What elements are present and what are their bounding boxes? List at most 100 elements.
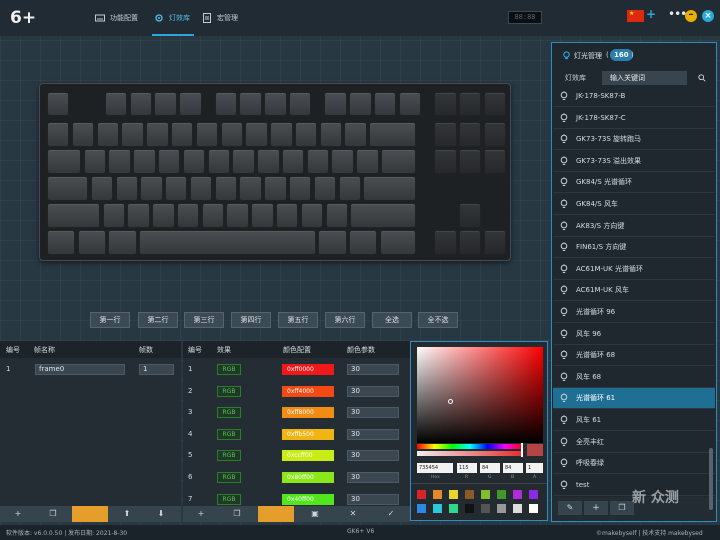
search-input[interactable]: 输入关键词 (602, 71, 687, 85)
keyboard-key[interactable] (226, 203, 249, 228)
table-row[interactable]: 5 RGB 0xccff00 30 (183, 448, 410, 466)
close-button[interactable]: × (702, 10, 714, 22)
list-item[interactable]: 光谱循环 68 (553, 345, 715, 367)
keyboard-key[interactable] (90, 176, 114, 201)
keyboard-key[interactable] (158, 149, 181, 174)
color-swatch[interactable] (433, 490, 442, 499)
color-param-field[interactable]: 30 (347, 428, 399, 440)
keyboard-key[interactable] (483, 229, 507, 255)
color-param-field[interactable]: 30 (347, 493, 399, 505)
color-swatch[interactable] (497, 504, 506, 513)
row-select-button[interactable]: 第四行 (231, 312, 271, 328)
row-select-button[interactable]: 全不选 (418, 312, 458, 328)
effect-type-badge[interactable]: RGB (217, 493, 241, 505)
keyboard-key[interactable] (288, 91, 312, 117)
table-row[interactable]: 1 frame0 1 (0, 362, 181, 376)
list-item[interactable]: GK73-73S 溢出效果 (553, 151, 715, 172)
color-swatch[interactable] (449, 490, 458, 499)
keyboard-key[interactable] (83, 149, 107, 174)
keyboard-key[interactable] (214, 176, 238, 201)
keyboard-key[interactable] (96, 122, 120, 148)
keyboard-key[interactable] (47, 203, 101, 228)
frame-count-field[interactable]: 1 (139, 364, 174, 375)
keyboard-key[interactable] (300, 203, 324, 228)
keyboard-key[interactable] (127, 203, 150, 228)
keyboard-key[interactable] (47, 176, 89, 201)
keyboard-key[interactable] (458, 229, 482, 255)
keyboard-key[interactable] (239, 91, 262, 117)
effect-type-badge[interactable]: RGB (217, 407, 241, 419)
list-item[interactable]: AC61M-UK 风车 (553, 280, 715, 302)
effect-type-badge[interactable]: RGB (217, 385, 241, 397)
row-select-button[interactable]: 第三行 (184, 312, 224, 328)
picker-cursor[interactable] (448, 399, 453, 404)
keyboard-key[interactable] (381, 149, 417, 174)
keyboard-key[interactable] (201, 203, 225, 228)
add-effect-icon[interactable]: + (584, 501, 608, 515)
color-param-field[interactable]: 30 (347, 364, 399, 375)
keyboard-key[interactable] (232, 149, 255, 174)
keyboard-key[interactable] (318, 229, 347, 255)
more-icon[interactable]: ••• (668, 7, 687, 21)
keyboard-key[interactable] (344, 122, 367, 148)
keyboard-key[interactable] (251, 203, 274, 228)
keyboard-key[interactable] (319, 122, 343, 148)
alpha-input[interactable]: 1 (526, 463, 543, 473)
keyboard-key[interactable] (264, 176, 287, 201)
keyboard-key[interactable] (349, 91, 372, 117)
color-swatch[interactable] (481, 490, 490, 499)
list-item[interactable]: GK84/S 风车 (553, 194, 715, 215)
color-swatch[interactable] (529, 490, 538, 499)
keyboard-key[interactable] (434, 229, 457, 255)
color-config-swatch[interactable]: 0xff8000 (282, 407, 334, 419)
keyboard-key[interactable] (115, 176, 138, 201)
keyboard-key[interactable] (179, 91, 202, 117)
hex-input[interactable]: 735454 (417, 463, 453, 473)
color-config-swatch[interactable]: 0xffb500 (282, 428, 334, 440)
keyboard-key[interactable] (189, 176, 213, 201)
color-param-field[interactable]: 30 (347, 472, 399, 483)
saturation-value-area[interactable] (417, 347, 543, 443)
keyboard-key[interactable] (338, 176, 361, 201)
keyboard-key[interactable] (369, 122, 417, 148)
keyboard-key[interactable] (102, 203, 125, 228)
keyboard-key[interactable] (434, 122, 457, 148)
effect-type-badge[interactable]: RGB (217, 472, 241, 483)
row-select-button[interactable]: 第五行 (278, 312, 318, 328)
keyboard-key[interactable] (264, 91, 287, 117)
move-down-button[interactable]: ⬇ (146, 506, 176, 522)
keyboard-key[interactable] (331, 149, 354, 174)
color-swatch[interactable] (465, 490, 474, 499)
color-swatch[interactable] (513, 490, 522, 499)
keyboard-key[interactable] (207, 149, 230, 174)
list-item[interactable]: 呼吸春绿 (553, 453, 715, 475)
table-row[interactable]: 6 RGB 0x80ff00 30 (183, 470, 410, 488)
table-row[interactable]: 2 RGB 0xff4000 30 (183, 384, 410, 402)
keyboard-key[interactable] (245, 122, 268, 148)
keyboard-key[interactable] (220, 122, 243, 148)
keyboard-key[interactable] (458, 122, 482, 148)
keyboard-key[interactable] (270, 122, 293, 148)
keyboard-key[interactable] (350, 203, 417, 228)
row-select-button[interactable]: 第六行 (325, 312, 365, 328)
tab-light-effects[interactable]: 灯效库 (152, 10, 194, 36)
color-config-swatch[interactable]: 0xccff00 (282, 450, 334, 462)
color-swatch[interactable] (417, 504, 426, 513)
keyboard-key[interactable] (363, 176, 417, 201)
copy-effect-button[interactable]: ❐ (225, 506, 249, 522)
color-swatch[interactable] (433, 504, 442, 513)
tab-function-config[interactable]: 功能配置 (95, 10, 138, 36)
keyboard-key[interactable] (47, 229, 76, 255)
list-item[interactable]: 光谱循环 61 (553, 388, 715, 410)
keyboard-key[interactable] (313, 176, 337, 201)
list-item[interactable]: 风车 96 (553, 324, 715, 345)
keyboard-key[interactable] (281, 149, 305, 174)
list-item[interactable]: 风车 68 (553, 367, 715, 388)
keyboard-key[interactable] (108, 229, 137, 255)
effect-type-badge[interactable]: RGB (217, 450, 241, 462)
keyboard-key[interactable] (139, 229, 317, 255)
alpha-handle[interactable] (521, 450, 523, 457)
tab-macro-manager[interactable]: 宏管理 (202, 10, 238, 36)
row-select-button[interactable]: 全选 (372, 312, 412, 328)
keyboard-key[interactable] (152, 203, 175, 228)
